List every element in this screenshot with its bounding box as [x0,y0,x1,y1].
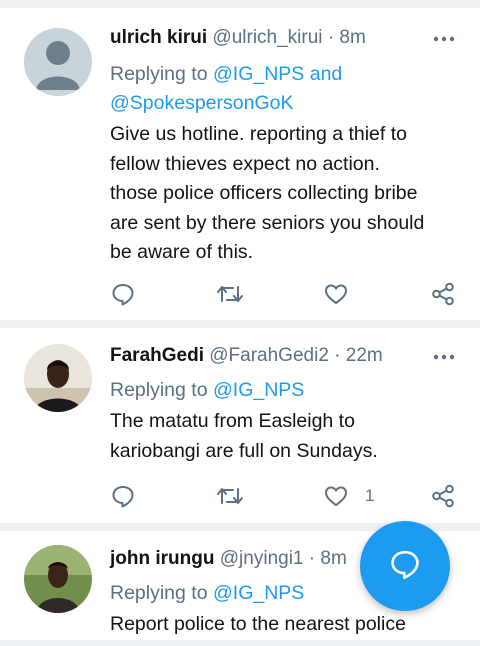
retweet-icon[interactable] [216,482,244,510]
tweet-1[interactable]: ulrich kirui @ulrich_kirui · 8m Replying… [0,8,480,320]
avatar-farahgedi[interactable] [24,344,92,412]
user-handle[interactable]: @ulrich_kirui [212,27,322,48]
like-count: 1 [365,486,375,505]
display-name[interactable]: ulrich kirui [110,27,207,48]
replying-prefix: Replying to [110,582,213,604]
separator-dot: · [308,548,316,569]
replying-to: Replying to @IG_NPS [110,376,304,405]
display-name[interactable]: FarahGedi [110,345,204,366]
heart-icon[interactable] [323,483,349,509]
top-divider [0,0,480,8]
tweet-actions: 1 [110,482,460,510]
replying-to: Replying to @IG_NPS [110,579,304,608]
more-horizontal-icon[interactable] [432,347,456,367]
user-handle[interactable]: @jnyingi1 [220,548,304,569]
display-name[interactable]: john irungu [110,548,214,569]
reply-mention-link[interactable]: @IG_NPS [213,582,304,604]
share-icon[interactable] [430,482,456,510]
avatar-default[interactable] [24,28,92,96]
reply-mention-link[interactable]: @IG_NPS [213,379,304,401]
tweet-text: Report police to the nearest police [110,613,406,635]
share-icon[interactable] [430,280,456,308]
replying-prefix: Replying to [110,63,213,85]
replying-prefix: Replying to [110,379,213,401]
user-handle[interactable]: @FarahGedi2 [209,345,329,366]
reply-mention-link[interactable]: @IG_NPS and [213,63,342,85]
timestamp: 8m [320,548,347,569]
compose-reply-button[interactable] [360,521,450,611]
tweet-2[interactable]: FarahGedi @FarahGedi2 · 22m Replying to … [0,328,480,523]
separator-dot: · [334,345,341,366]
retweet-icon[interactable] [216,280,244,308]
replying-to: Replying to @IG_NPS and @SpokespersonGoK [110,60,342,118]
compose-reply-icon [388,547,422,586]
bottom-divider [0,640,480,646]
reply-bubble-icon[interactable] [110,482,136,510]
tweet-divider [0,320,480,328]
separator-dot: · [327,27,335,48]
tweet-actions [110,280,460,308]
reply-mention-link[interactable]: @SpokespersonGoK [110,92,293,114]
tweet-header: john irungu @jnyingi1 · 8m [110,545,347,573]
tweet-header: FarahGedi @FarahGedi2 · 22m [110,342,383,370]
timestamp: 8m [339,27,366,48]
like-action[interactable]: 1 [323,482,374,510]
timestamp: 22m [345,345,383,366]
avatar-john-irungu[interactable] [24,545,92,613]
heart-icon[interactable] [323,280,349,308]
tweet-header: ulrich kirui @ulrich_kirui · 8m [110,24,366,52]
tweet-text: The matatu from Easleigh to kariobangi a… [110,410,378,462]
tweet-text: Give us hotline. reporting a thief to fe… [110,123,425,263]
reply-bubble-icon[interactable] [110,280,136,308]
more-horizontal-icon[interactable] [432,29,456,49]
